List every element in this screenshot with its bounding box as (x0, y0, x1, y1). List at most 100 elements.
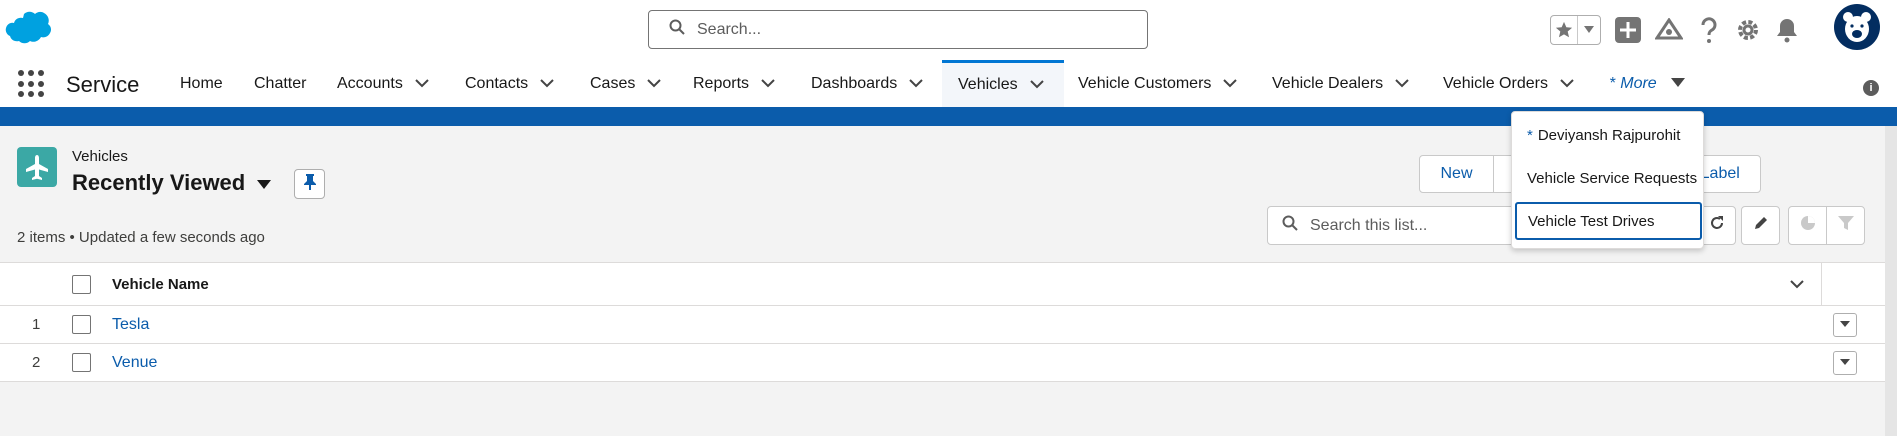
nav-item-label: Vehicle Orders (1443, 74, 1548, 92)
nav-item-label: Vehicle Customers (1078, 74, 1212, 92)
nav-item-dashboards[interactable]: Dashboards (811, 60, 923, 107)
row-checkbox-cell (72, 306, 91, 343)
nav-item-more[interactable]: * More (1609, 60, 1685, 107)
row-checkbox-cell (72, 344, 91, 381)
favorites-dropdown-icon[interactable] (1578, 26, 1600, 34)
row-checkbox[interactable] (72, 353, 91, 372)
nav-item-label: Reports (693, 74, 750, 92)
charts-button[interactable] (1788, 206, 1827, 245)
nav-item-reports[interactable]: Reports (693, 60, 775, 107)
select-all-checkbox[interactable] (72, 274, 91, 294)
row-actions-button[interactable] (1833, 350, 1857, 375)
table-row: 1 Tesla (0, 306, 1885, 344)
table-header-row: Vehicle Name (0, 263, 1885, 306)
nav-item-vehicles[interactable]: Vehicles (942, 60, 1064, 107)
table-row: 2 Venue (0, 344, 1885, 382)
caret-down-icon[interactable] (1670, 75, 1685, 93)
vehicle-object-icon (17, 147, 57, 187)
notifications-bell-icon[interactable] (1775, 17, 1799, 43)
more-dropdown-menu: * Deviyansh Rajpurohit Vehicle Service R… (1511, 111, 1704, 249)
pencil-icon (1753, 215, 1769, 236)
menu-item-deviyansh-rajpurohit[interactable]: * Deviyansh Rajpurohit (1512, 116, 1703, 154)
pin-icon (303, 173, 316, 195)
object-label: Vehicles (72, 148, 128, 165)
refresh-icon (1709, 215, 1725, 236)
search-icon (1282, 215, 1298, 236)
menu-item-label: Vehicle Service Requests (1527, 169, 1698, 187)
pin-list-view-button[interactable] (294, 169, 325, 199)
column-header-vehicle-name[interactable]: Vehicle Name (112, 263, 209, 305)
nav-item-label: Chatter (254, 74, 307, 92)
chevron-down-icon[interactable] (1560, 75, 1574, 93)
nav-item-chatter[interactable]: Chatter (254, 60, 306, 107)
filter-button[interactable] (1826, 206, 1865, 245)
chevron-down-icon[interactable] (1395, 75, 1409, 93)
column-menu-chevron-icon[interactable] (1790, 263, 1804, 305)
nav-item-label: Home (180, 74, 223, 92)
favorites-star-icon[interactable] (1551, 16, 1579, 44)
edit-list-button[interactable] (1741, 206, 1780, 245)
list-view-title[interactable]: Recently Viewed (72, 170, 272, 196)
select-all-cell (72, 263, 91, 305)
chevron-down-icon[interactable] (1223, 75, 1238, 93)
nav-item-label: Cases (590, 74, 636, 92)
list-search-input[interactable]: Search this list... (1267, 206, 1525, 245)
row-actions-cell (1833, 306, 1857, 343)
app-name: Service (66, 72, 140, 97)
pie-chart-icon (1799, 214, 1817, 237)
chevron-down-icon[interactable] (540, 75, 554, 93)
trailhead-icon[interactable] (1655, 18, 1683, 42)
nav-item-label: Contacts (465, 74, 529, 92)
nav-item-label: Dashboards (811, 74, 898, 92)
nav-more-label: More (1620, 74, 1657, 92)
row-actions-button[interactable] (1833, 312, 1857, 337)
menu-item-vehicle-test-drives[interactable]: Vehicle Test Drives (1515, 202, 1702, 240)
chevron-down-icon[interactable] (647, 75, 662, 93)
user-avatar[interactable] (1834, 4, 1880, 50)
info-icon[interactable]: i (1863, 80, 1879, 96)
help-icon[interactable] (1697, 16, 1721, 44)
salesforce-logo-icon[interactable] (4, 10, 54, 46)
list-search-placeholder: Search this list... (1310, 216, 1428, 234)
vehicle-name-link[interactable]: Tesla (112, 306, 149, 343)
list-view-picker-icon[interactable] (257, 170, 272, 196)
chevron-down-icon[interactable] (909, 75, 923, 93)
menu-item-vehicle-service-requests[interactable]: Vehicle Service Requests (1512, 159, 1703, 197)
chevron-down-icon[interactable] (1029, 76, 1044, 94)
nav-item-vehicle-customers[interactable]: Vehicle Customers (1078, 60, 1238, 107)
global-search-placeholder: Search... (697, 20, 762, 38)
vehicle-name-link[interactable]: Venue (112, 344, 157, 381)
favorites-button-group (1550, 15, 1601, 45)
search-icon (669, 19, 685, 40)
chevron-down-icon[interactable] (415, 75, 429, 93)
page-scrollbar[interactable] (1885, 126, 1897, 436)
chevron-down-icon[interactable] (761, 75, 775, 93)
nav-more-asterisk: * (1609, 74, 1616, 92)
list-view-title-text: Recently Viewed (72, 170, 246, 195)
nav-item-vehicle-dealers[interactable]: Vehicle Dealers (1272, 60, 1409, 107)
menu-item-label: Deviyansh Rajpurohit (1537, 126, 1681, 144)
app-launcher-icon[interactable] (18, 70, 46, 98)
row-checkbox[interactable] (72, 315, 91, 334)
list-view-meta: 2 items • Updated a few seconds ago (17, 229, 265, 246)
row-number: 2 (32, 354, 41, 371)
new-button[interactable]: New (1420, 156, 1494, 192)
row-actions-cell (1833, 344, 1857, 381)
add-icon[interactable] (1615, 17, 1641, 43)
nav-item-label: Vehicles (958, 76, 1018, 93)
menu-item-label: Vehicle Test Drives (1528, 212, 1655, 230)
row-number: 1 (32, 316, 41, 333)
column-divider (1821, 263, 1822, 306)
setup-gear-icon[interactable] (1735, 17, 1761, 43)
nav-item-home[interactable]: Home (180, 60, 223, 107)
nav-item-contacts[interactable]: Contacts (465, 60, 554, 107)
records-table: Vehicle Name 1 Tesla 2 Venue (0, 263, 1885, 382)
header-utility-icons (1550, 10, 1799, 50)
filter-icon (1837, 215, 1854, 236)
nav-item-cases[interactable]: Cases (590, 60, 662, 107)
nav-item-accounts[interactable]: Accounts (337, 60, 429, 107)
nav-item-label: Accounts (337, 74, 403, 92)
nav-item-vehicle-orders[interactable]: Vehicle Orders (1443, 60, 1574, 107)
nav-item-label: Vehicle Dealers (1272, 74, 1384, 92)
global-search-input[interactable]: Search... (648, 10, 1148, 49)
